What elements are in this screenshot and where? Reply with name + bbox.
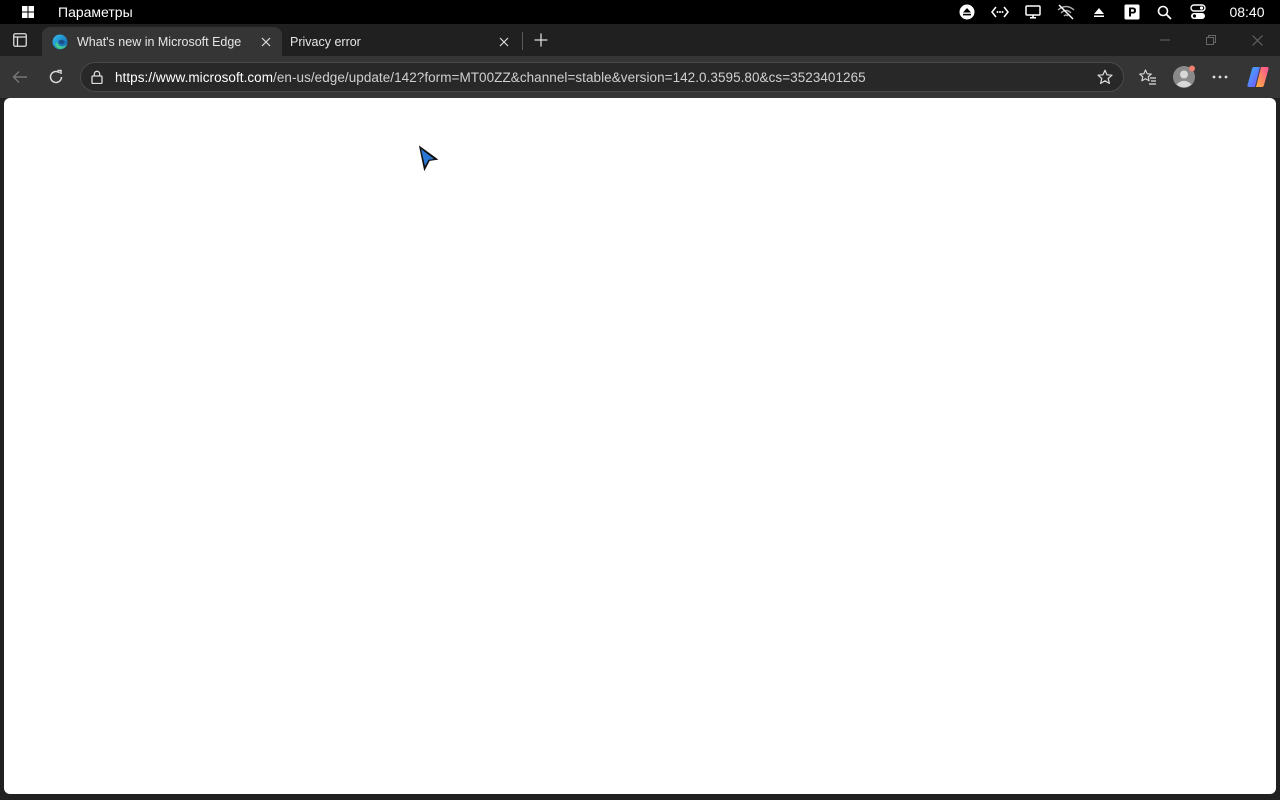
p-badge-icon[interactable]	[1115, 0, 1148, 24]
tab-strip: What's new in Microsoft Edge Privacy err…	[0, 24, 1280, 56]
mouse-cursor-icon	[417, 143, 441, 174]
system-top-bar: Параметры 08:40	[0, 0, 1280, 24]
tab-close-button[interactable]	[492, 30, 516, 54]
copilot-icon	[1247, 67, 1269, 87]
search-icon[interactable]	[1148, 0, 1181, 24]
monitor-icon[interactable]	[1016, 0, 1049, 24]
tab-whats-new[interactable]: What's new in Microsoft Edge	[42, 27, 282, 56]
system-tray: 08:40	[950, 0, 1280, 24]
refresh-button[interactable]	[42, 63, 70, 91]
toggle-icon[interactable]	[1181, 0, 1214, 24]
code-brackets-icon[interactable]	[983, 0, 1016, 24]
minimize-button[interactable]	[1142, 24, 1188, 56]
more-dots-icon	[1212, 75, 1228, 79]
browser-window: What's new in Microsoft Edge Privacy err…	[0, 24, 1280, 800]
star-icon	[1097, 69, 1113, 84]
plus-icon	[534, 33, 548, 47]
start-button[interactable]	[0, 0, 56, 24]
close-icon	[261, 37, 271, 46]
tab-privacy-error[interactable]: Privacy error	[282, 27, 520, 56]
refresh-icon	[49, 69, 63, 84]
back-arrow-icon	[12, 71, 27, 83]
tab-actions-button[interactable]	[6, 28, 34, 52]
back-button[interactable]	[6, 63, 34, 91]
tab-title: Privacy error	[290, 34, 361, 49]
wifi-off-icon[interactable]	[1049, 0, 1082, 24]
active-app-title: Параметры	[58, 4, 133, 20]
eject-icon[interactable]	[950, 0, 983, 24]
tab-separator	[522, 32, 523, 50]
profile-button[interactable]	[1170, 63, 1198, 91]
windows-logo-icon	[22, 6, 34, 18]
caret-up-icon[interactable]	[1082, 0, 1115, 24]
favorites-list-icon	[1139, 69, 1156, 85]
url-path: /en-us/edge/update/142?form=MT00ZZ&chann…	[273, 69, 866, 85]
close-window-button[interactable]	[1234, 24, 1280, 56]
add-favorite-button[interactable]	[1093, 65, 1117, 89]
navigation-toolbar: https://www.microsoft.com/en-us/edge/upd…	[0, 56, 1280, 98]
edge-logo-icon	[52, 34, 68, 49]
url-host: https://www.microsoft.com	[115, 69, 274, 85]
favorites-button[interactable]	[1134, 63, 1162, 91]
avatar-icon	[1173, 65, 1195, 88]
tab-actions-icon	[13, 33, 27, 47]
copilot-button[interactable]	[1244, 63, 1272, 91]
close-icon	[1251, 34, 1263, 46]
close-icon	[499, 37, 509, 46]
page-viewport[interactable]	[4, 98, 1276, 794]
url-text[interactable]: https://www.microsoft.com/en-us/edge/upd…	[115, 70, 1093, 85]
tab-close-button[interactable]	[254, 30, 278, 54]
clock: 08:40	[1229, 4, 1265, 20]
restore-button[interactable]	[1188, 24, 1234, 56]
tab-title: What's new in Microsoft Edge	[77, 34, 242, 49]
lock-icon[interactable]	[89, 69, 105, 85]
new-tab-button[interactable]	[528, 28, 554, 52]
minimize-icon	[1160, 39, 1170, 41]
restore-icon	[1206, 35, 1216, 45]
settings-more-button[interactable]	[1206, 63, 1234, 91]
address-bar[interactable]: https://www.microsoft.com/en-us/edge/upd…	[80, 62, 1124, 92]
